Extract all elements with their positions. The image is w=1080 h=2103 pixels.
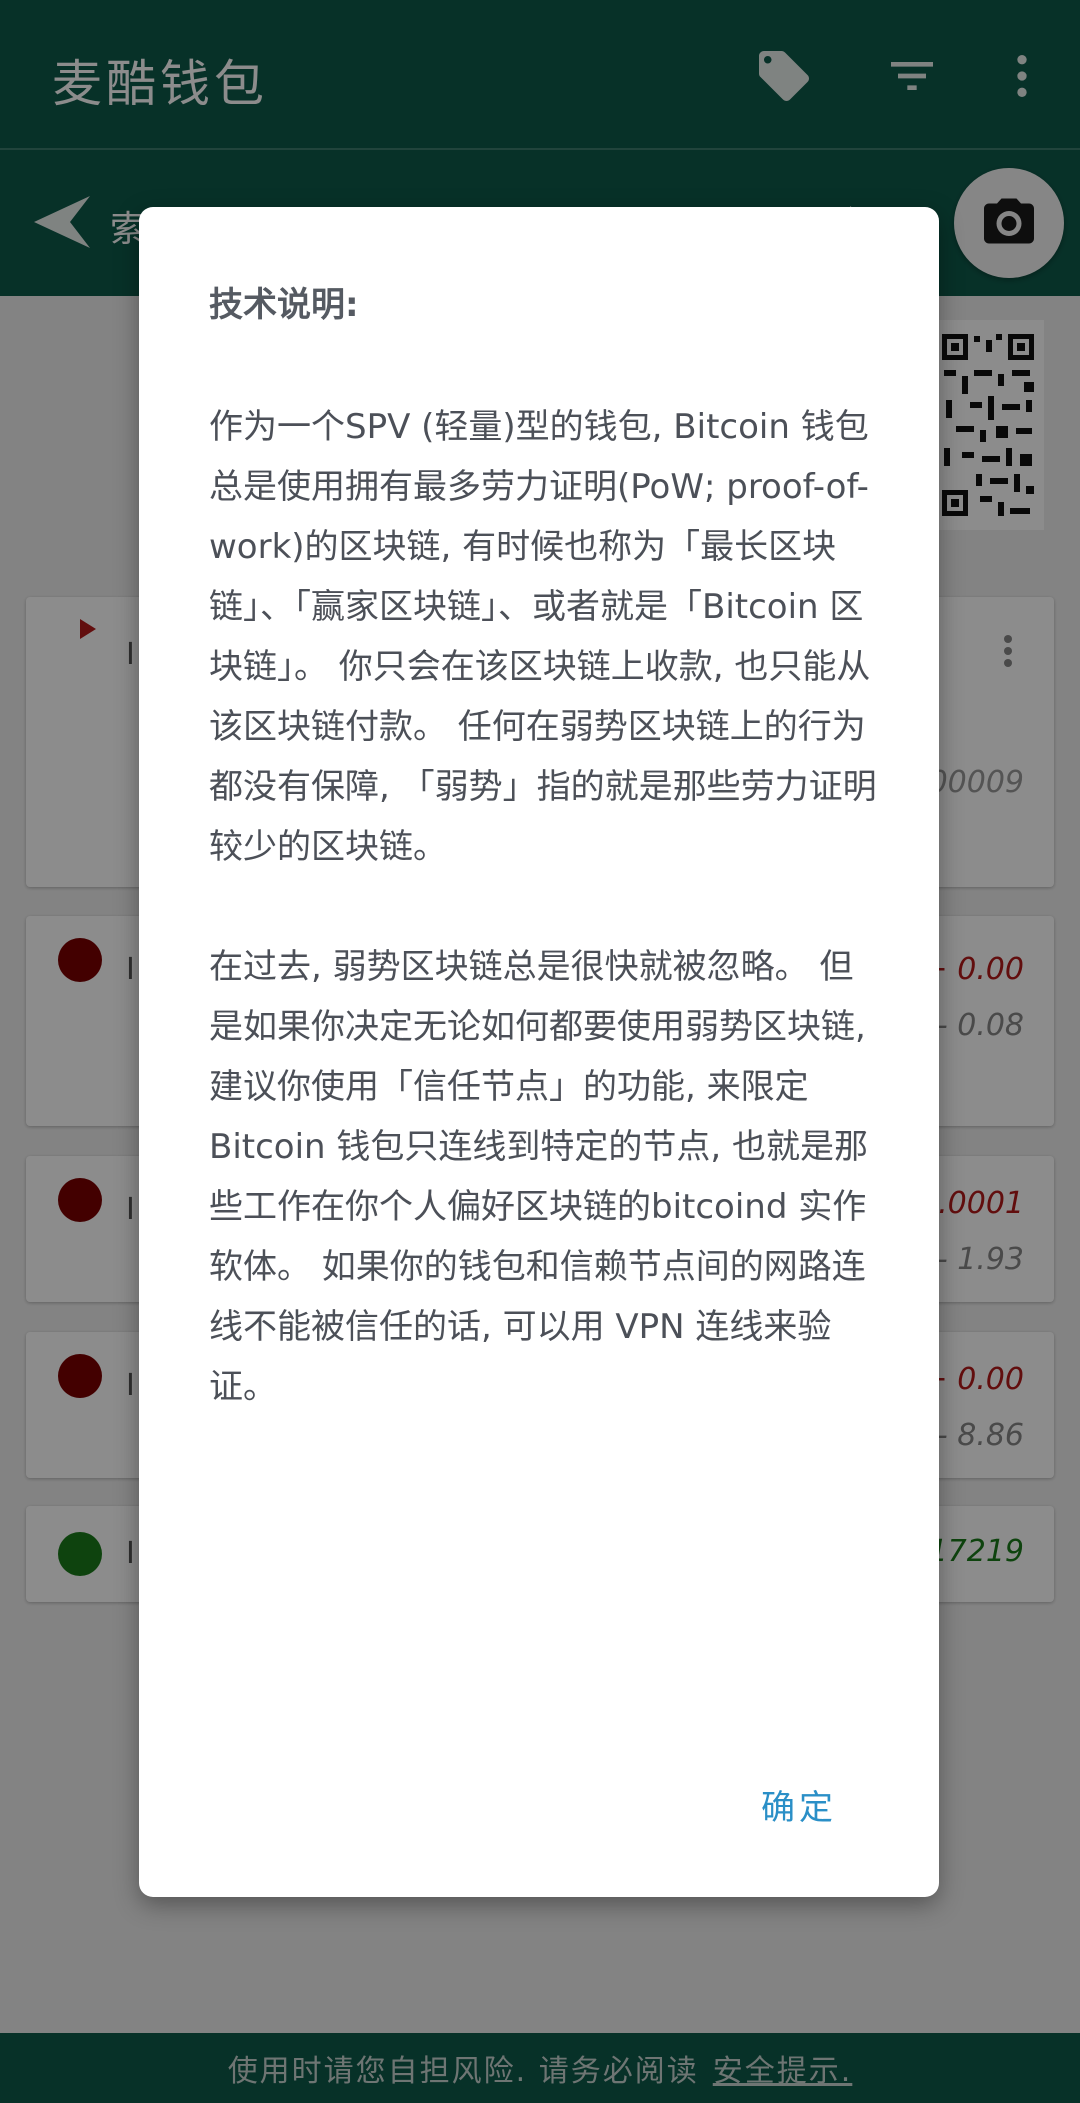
dialog-title: 技术说明: bbox=[209, 285, 359, 325]
technical-notes-dialog: 技术说明: 作为一个SPV (轻量)型的钱包, Bitcoin 钱包总是使用拥有… bbox=[139, 207, 939, 1897]
dialog-body: 作为一个SPV (轻量)型的钱包, Bitcoin 钱包总是使用拥有最多劳力证明… bbox=[209, 397, 879, 1477]
dialog-paragraph: 作为一个SPV (轻量)型的钱包, Bitcoin 钱包总是使用拥有最多劳力证明… bbox=[209, 407, 877, 867]
ok-button[interactable]: 确定 bbox=[749, 1770, 849, 1839]
screen: 麦酷钱包 索 I 00009 I + 0.00 - 0.08 I 0.0001 … bbox=[0, 0, 1080, 2103]
dialog-paragraph: 在过去, 弱势区块链总是很快就被忽略。 但是如果你决定无论如何都要使用弱势区块链… bbox=[209, 947, 869, 1407]
